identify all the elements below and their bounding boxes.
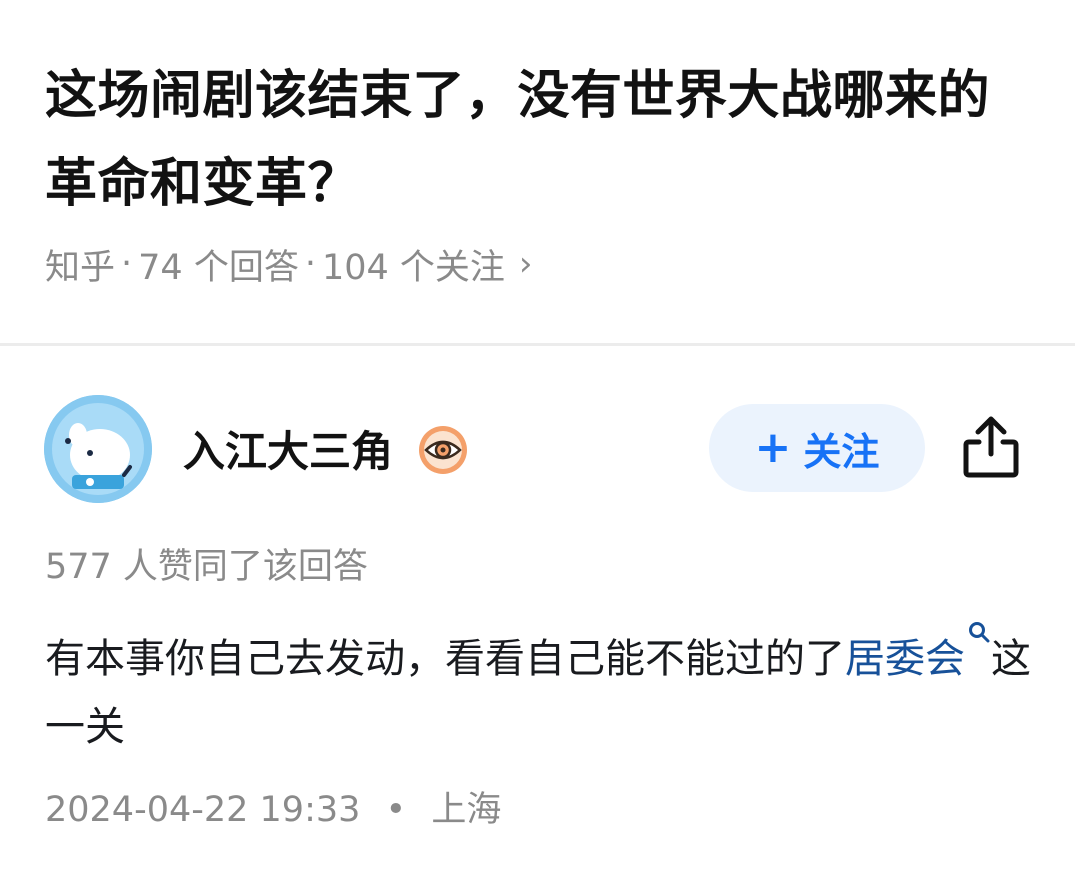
answer-page: 这场闹剧该结束了，没有世界大战哪来的革命和变革？ 知乎 · 74 个回答 · 1… bbox=[0, 0, 1075, 874]
answer-text-before: 有本事你自己去发动，看看自己能不能过的了 bbox=[45, 636, 845, 682]
avatar-image bbox=[44, 395, 152, 503]
follow-label: 关注 bbox=[803, 429, 880, 474]
question-meta[interactable]: 知乎 · 74 个回答 · 104 个关注 › bbox=[45, 238, 533, 290]
meta-separator: · bbox=[304, 244, 316, 284]
answer-location: 上海 bbox=[431, 790, 502, 830]
search-link-label: 居委会 bbox=[845, 636, 965, 682]
share-icon[interactable] bbox=[960, 414, 1022, 480]
question-title[interactable]: 这场闹剧该结束了，没有世界大战哪来的革命和变革？ bbox=[45, 52, 1035, 228]
answer-body: 有本事你自己去发动，看看自己能不能过的了居委会 这一关 bbox=[45, 620, 1035, 761]
section-divider bbox=[0, 343, 1075, 346]
search-link[interactable]: 居委会 bbox=[845, 622, 991, 682]
follower-count: 104 个关注 bbox=[321, 247, 505, 288]
source-label: 知乎 bbox=[45, 247, 116, 288]
plus-icon: + bbox=[754, 422, 792, 473]
follow-button[interactable]: + 关注 bbox=[709, 404, 925, 492]
search-icon bbox=[969, 622, 990, 643]
answer-count: 74 个回答 bbox=[138, 247, 299, 288]
chevron-right-icon: › bbox=[518, 244, 533, 284]
eye-badge-icon bbox=[419, 426, 467, 474]
answer-date: 2024-04-22 19:33 bbox=[45, 790, 361, 830]
footer-separator: • bbox=[385, 790, 407, 830]
vote-count: 577 人赞同了该回答 bbox=[45, 547, 368, 587]
author-name[interactable]: 入江大三角 bbox=[183, 422, 393, 482]
avatar[interactable] bbox=[44, 395, 152, 503]
answer-footer: 2024-04-22 19:33 • 上海 bbox=[45, 782, 501, 838]
meta-separator: · bbox=[121, 244, 133, 284]
